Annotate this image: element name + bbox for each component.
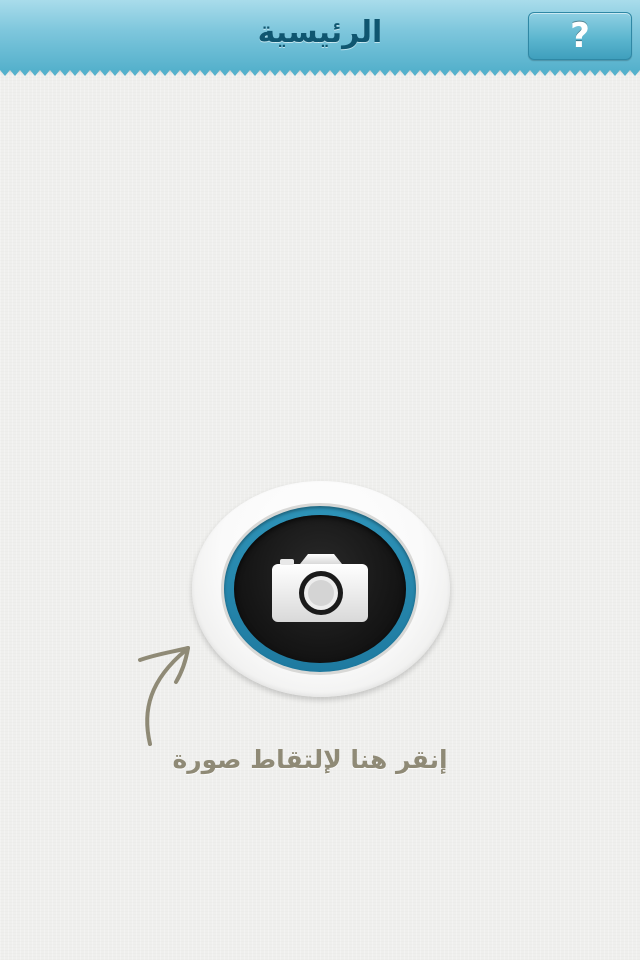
page-background <box>0 0 640 960</box>
camera-button-core <box>234 515 406 663</box>
question-mark-icon: ? <box>570 16 590 56</box>
camera-icon <box>272 554 368 622</box>
help-button[interactable]: ? <box>528 12 632 60</box>
navigation-bar: الرئيسية ? <box>0 0 640 70</box>
header-zigzag-edge <box>0 70 640 76</box>
camera-button-ring <box>224 506 416 672</box>
take-photo-hint: إنقر هنا لإلتقاط صورة <box>172 745 448 774</box>
curved-arrow-icon <box>138 646 190 746</box>
take-photo-button[interactable] <box>192 481 450 697</box>
